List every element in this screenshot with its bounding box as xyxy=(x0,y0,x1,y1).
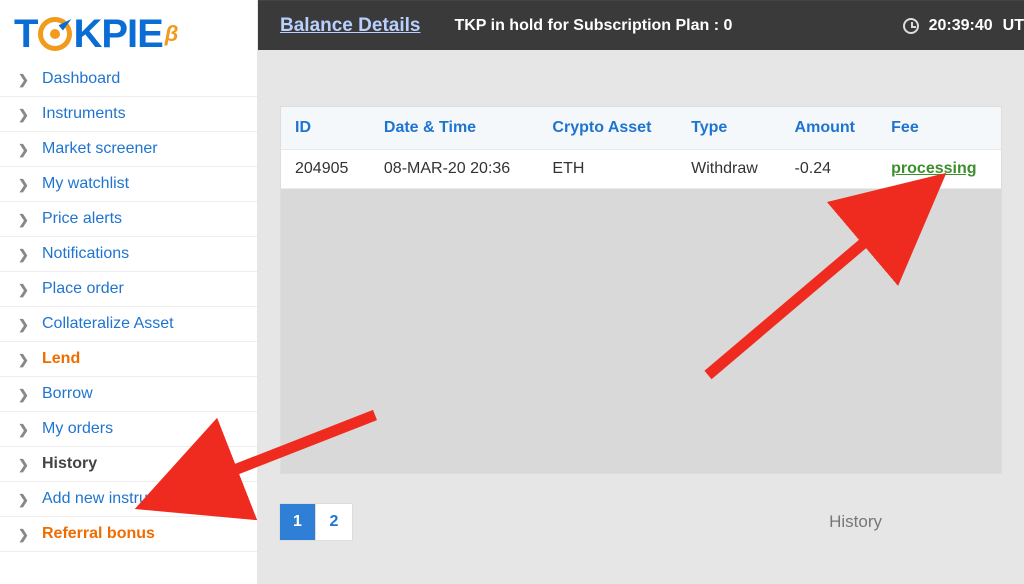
col-id[interactable]: ID xyxy=(281,107,370,150)
sidebar-item-place-order[interactable]: ❯ Place order xyxy=(0,272,257,306)
chevron-right-icon: ❯ xyxy=(18,528,28,541)
sidebar-nav: ❯ Dashboard ❯ Instruments ❯ Market screener… xyxy=(0,62,257,552)
cell-type: Withdraw xyxy=(677,150,780,189)
sidebar-item-label: Referral bonus xyxy=(42,525,155,543)
cell-fee: processing xyxy=(877,150,1001,189)
table-header-row: ID Date & Time Crypto Asset Type Amount … xyxy=(281,107,1001,150)
table-row[interactable]: 204905 08-MAR-20 20:36 ETH Withdraw -0.2… xyxy=(281,150,1001,189)
sidebar-item-lend[interactable]: ❯ Lend xyxy=(0,342,257,376)
clock: 20:39:40 UT xyxy=(903,17,1024,35)
chevron-right-icon: ❯ xyxy=(18,388,28,401)
topbar: Balance Details TKP in hold for Subscrip… xyxy=(258,0,1024,50)
chevron-right-icon: ❯ xyxy=(18,458,28,471)
pager-page-2[interactable]: 2 xyxy=(316,504,352,540)
chevron-right-icon: ❯ xyxy=(18,493,28,506)
sidebar-item-label: Lend xyxy=(42,350,80,368)
pager-row: 1 2 History xyxy=(280,504,1002,540)
tkp-hold-status: TKP in hold for Subscription Plan : 0 xyxy=(454,17,732,35)
sidebar-item-label: Instruments xyxy=(42,105,126,123)
sidebar-item-label: Price alerts xyxy=(42,210,122,228)
chevron-right-icon: ❯ xyxy=(18,318,28,331)
cell-id: 204905 xyxy=(281,150,370,189)
sidebar-item-label: Collateralize Asset xyxy=(42,315,174,333)
chevron-right-icon: ❯ xyxy=(18,353,28,366)
cell-amount: -0.24 xyxy=(781,150,878,189)
sidebar: T KPIE β ❯ Dashboard ❯ Instruments ❯ Market… xyxy=(0,0,258,584)
clock-tz: UT xyxy=(1003,17,1024,35)
col-datetime[interactable]: Date & Time xyxy=(370,107,539,150)
sidebar-item-borrow[interactable]: ❯ Borrow xyxy=(0,377,257,411)
logo-letter-t: T xyxy=(14,14,37,54)
sidebar-item-label: Market screener xyxy=(42,140,158,158)
col-asset[interactable]: Crypto Asset xyxy=(538,107,677,150)
chevron-right-icon: ❯ xyxy=(18,283,28,296)
chevron-right-icon: ❯ xyxy=(18,73,28,86)
sidebar-item-label: History xyxy=(42,455,97,473)
col-fee[interactable]: Fee xyxy=(877,107,1001,150)
cell-asset: ETH xyxy=(538,150,677,189)
col-type[interactable]: Type xyxy=(677,107,780,150)
sidebar-item-my-orders[interactable]: ❯ My orders xyxy=(0,412,257,446)
chevron-right-icon: ❯ xyxy=(18,213,28,226)
beta-badge: β xyxy=(165,23,178,45)
chevron-right-icon: ❯ xyxy=(18,178,28,191)
sidebar-item-market-screener[interactable]: ❯ Market screener xyxy=(0,132,257,166)
clock-time: 20:39:40 xyxy=(929,17,993,35)
sidebar-item-add-new-instrument[interactable]: ❯ Add new instrument xyxy=(0,482,257,516)
history-table: ID Date & Time Crypto Asset Type Amount … xyxy=(281,107,1001,189)
sidebar-item-dashboard[interactable]: ❯ Dashboard xyxy=(0,62,257,96)
processing-status-link[interactable]: processing xyxy=(891,160,976,177)
logo[interactable]: T KPIE β xyxy=(0,0,257,62)
col-amount[interactable]: Amount xyxy=(781,107,878,150)
history-table-panel: ID Date & Time Crypto Asset Type Amount … xyxy=(280,106,1002,474)
sidebar-item-label: Dashboard xyxy=(42,70,120,88)
sidebar-item-price-alerts[interactable]: ❯ Price alerts xyxy=(0,202,257,236)
sidebar-item-notifications[interactable]: ❯ Notifications xyxy=(0,237,257,271)
sidebar-item-label: Add new instrument xyxy=(42,490,183,508)
chevron-right-icon: ❯ xyxy=(18,423,28,436)
balance-details-link[interactable]: Balance Details xyxy=(280,15,420,37)
sidebar-item-label: Notifications xyxy=(42,245,129,263)
bullseye-icon xyxy=(38,17,72,51)
sidebar-item-my-watchlist[interactable]: ❯ My watchlist xyxy=(0,167,257,201)
sidebar-item-collateralize-asset[interactable]: ❯ Collateralize Asset xyxy=(0,307,257,341)
sidebar-item-label: Borrow xyxy=(42,385,93,403)
logo-text-rest: KPIE xyxy=(73,14,162,54)
main-content: Balance Details TKP in hold for Subscrip… xyxy=(258,0,1024,584)
chevron-right-icon: ❯ xyxy=(18,248,28,261)
sidebar-item-referral-bonus[interactable]: ❯ Referral bonus xyxy=(0,517,257,551)
pager: 1 2 xyxy=(280,504,352,540)
sidebar-item-history[interactable]: ❯ History xyxy=(0,447,257,481)
sidebar-item-label: My watchlist xyxy=(42,175,129,193)
chevron-right-icon: ❯ xyxy=(18,108,28,121)
pager-breadcrumb: History xyxy=(829,512,882,532)
cell-datetime: 08-MAR-20 20:36 xyxy=(370,150,539,189)
clock-icon xyxy=(903,18,919,34)
pager-page-1[interactable]: 1 xyxy=(280,504,316,540)
sidebar-item-instruments[interactable]: ❯ Instruments xyxy=(0,97,257,131)
sidebar-item-label: Place order xyxy=(42,280,124,298)
chevron-right-icon: ❯ xyxy=(18,143,28,156)
sidebar-item-label: My orders xyxy=(42,420,113,438)
